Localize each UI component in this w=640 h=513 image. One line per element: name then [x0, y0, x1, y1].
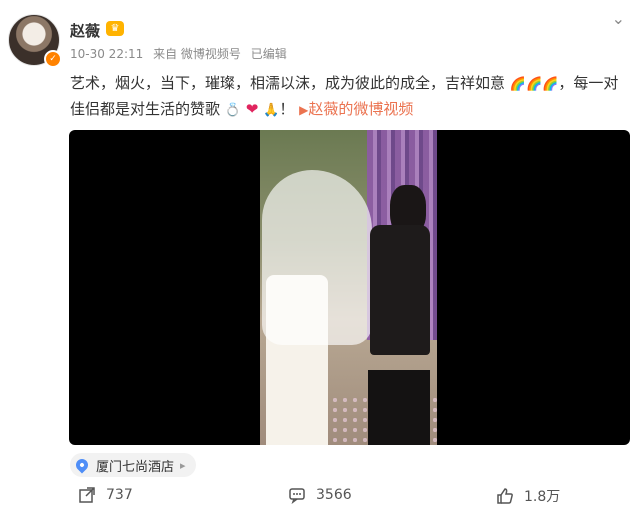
edited-label[interactable]: 已编辑 — [251, 47, 287, 61]
verified-icon: ✓ — [44, 50, 62, 68]
crown-badge: ♛ — [106, 21, 124, 36]
post-time[interactable]: 10-30 22:11 — [70, 47, 143, 61]
video-frame — [260, 130, 437, 445]
comment-icon — [289, 488, 305, 504]
groom-jacket — [370, 225, 430, 355]
username[interactable]: 赵薇 — [70, 20, 100, 41]
post-text-end: ！ — [279, 100, 295, 118]
post-text: 艺术，烟火，当下，璀璨，相濡以沫，成为彼此的成全，吉祥如意 🌈🌈🌈，每一对佳侣都… — [70, 71, 630, 123]
video-link[interactable]: 赵薇的微博视频 — [308, 100, 413, 118]
bride-veil — [262, 170, 372, 345]
like-button[interactable]: 1.8万 — [496, 486, 560, 506]
post-meta: 10-30 22:11 来自 微博视频号 已编辑 — [70, 45, 293, 62]
comment-button[interactable]: 3566 — [288, 486, 352, 504]
more-icon[interactable]: ⌄ — [612, 9, 626, 28]
location-tag[interactable]: 厦门七尚酒店 ▸ — [70, 453, 196, 477]
chevron-right-icon: ▸ — [180, 458, 186, 472]
post-source[interactable]: 来自 微博视频号 — [153, 47, 241, 61]
groom-pants — [368, 370, 430, 445]
repost-icon — [79, 487, 95, 503]
repost-count: 737 — [106, 487, 133, 503]
heart-emoji: ❤ — [245, 100, 259, 118]
location-name: 厦门七尚酒店 — [96, 459, 175, 475]
rainbow-emoji: 🌈🌈🌈 — [509, 77, 559, 92]
like-icon — [497, 488, 513, 504]
video-player[interactable] — [69, 130, 630, 445]
post-text-main: 艺术，烟火，当下，璀璨，相濡以沫，成为彼此的成全，吉祥如意 — [70, 74, 506, 92]
comment-count: 3566 — [316, 487, 352, 503]
video-icon: ▶ — [299, 103, 309, 117]
pray-emoji: 🙏 — [263, 103, 280, 118]
ring-emoji: 💍 — [224, 103, 241, 118]
repost-button[interactable]: 737 — [78, 486, 133, 504]
action-bar: 737 3566 1.8万 — [70, 486, 630, 510]
pin-icon — [73, 456, 91, 474]
like-count: 1.8万 — [524, 489, 561, 505]
